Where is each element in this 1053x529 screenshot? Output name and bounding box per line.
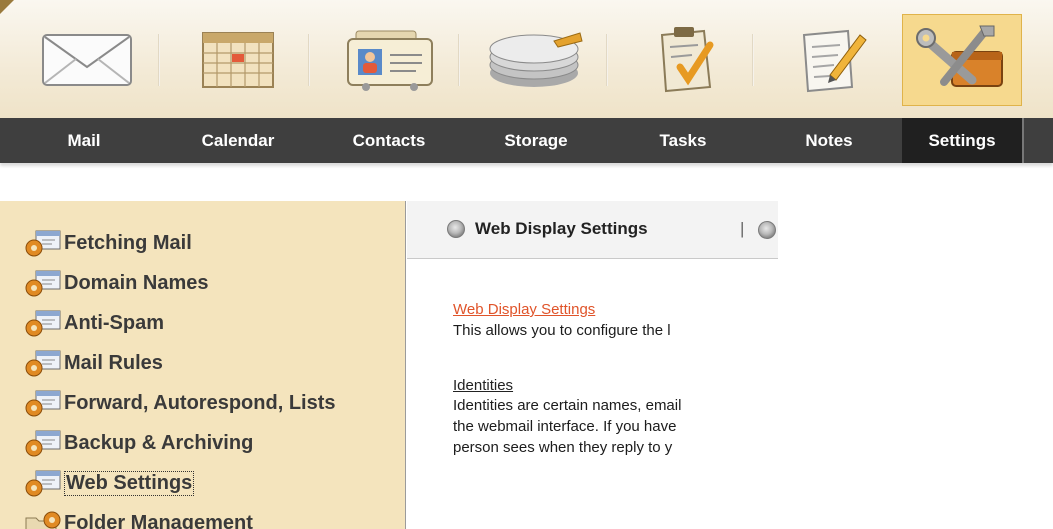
sidebar-item-mail-rules[interactable]: Mail Rules (22, 345, 163, 381)
tools-icon (916, 25, 1003, 87)
tab-web-display-settings[interactable]: Web Display Settings (447, 219, 648, 239)
clipboard-check-icon (660, 27, 714, 93)
settings-window-gear-icon (22, 428, 62, 458)
settings-content: Web Display Settings This allows you to … (453, 259, 778, 529)
notepad-pencil-icon (802, 29, 867, 93)
sidebar-item-forward-autorespond-lists[interactable]: Forward, Autorespond, Lists (22, 385, 336, 421)
contact-card-icon (347, 30, 433, 91)
nav-tab-tasks[interactable]: Tasks (616, 118, 750, 163)
web-display-description: This allows you to configure the l (453, 322, 671, 339)
calendar-icon (202, 32, 274, 88)
settings-window-gear-icon (22, 228, 62, 258)
toolbar-separator (158, 34, 160, 86)
sidebar-item-backup-archiving[interactable]: Backup & Archiving (22, 425, 253, 461)
sidebar-item-web-settings[interactable]: Web Settings (22, 465, 195, 501)
nav-tab-contacts[interactable]: Contacts (322, 118, 456, 163)
tab-label: Web Display Settings (475, 219, 648, 238)
nav-tab-calendar[interactable]: Calendar (170, 118, 306, 163)
settings-window-gear-icon (22, 308, 62, 338)
tasks-tool-button[interactable] (616, 14, 752, 106)
main-navigation-bar: Mail Calendar Contacts Storage Tasks Not… (0, 118, 1053, 163)
calendar-tool-button[interactable] (170, 14, 306, 106)
nav-tab-settings[interactable]: Settings (902, 118, 1024, 163)
storage-tool-button[interactable] (468, 14, 604, 106)
tab-separator: | (740, 219, 745, 238)
identities-description-line-3: person sees when they reply to y (453, 439, 673, 456)
identities-description-line-2: the webmail interface. If you have (453, 418, 677, 435)
sidebar-item-folder-management[interactable]: Folder Management (22, 505, 253, 529)
settings-window-gear-icon (22, 388, 62, 418)
nav-tab-storage[interactable]: Storage (468, 118, 604, 163)
settings-window-gear-icon (22, 268, 62, 298)
toolbar-separator (458, 34, 460, 86)
toolbar-separator (308, 34, 310, 86)
settings-tabstrip: Web Display Settings | (407, 201, 778, 259)
settings-window-gear-icon (22, 468, 62, 498)
envelope-icon (42, 34, 132, 86)
disk-storage-icon (489, 32, 583, 87)
settings-sidebar: Fetching Mail Domain Names Anti-Spam Mai… (0, 201, 406, 529)
radio-bullet-icon (447, 220, 465, 238)
mail-tool-button[interactable] (20, 14, 156, 106)
app-icon-toolbar (0, 0, 1053, 118)
contacts-tool-button[interactable] (322, 14, 458, 106)
radio-bullet-icon[interactable] (758, 221, 776, 239)
toolbar-separator (606, 34, 608, 86)
web-display-settings-link[interactable]: Web Display Settings (453, 301, 595, 318)
sidebar-item-fetching-mail[interactable]: Fetching Mail (22, 225, 192, 261)
settings-tool-button[interactable] (902, 14, 1022, 106)
sidebar-item-anti-spam[interactable]: Anti-Spam (22, 305, 164, 341)
toolbar-separator (752, 34, 754, 86)
sidebar-item-domain-names[interactable]: Domain Names (22, 265, 209, 301)
nav-tab-mail[interactable]: Mail (20, 118, 148, 163)
folder-gear-icon (22, 508, 62, 529)
identities-link[interactable]: Identities (453, 377, 513, 394)
nav-tab-notes[interactable]: Notes (762, 118, 896, 163)
settings-window-gear-icon (22, 348, 62, 378)
identities-description-line-1: Identities are certain names, email (453, 397, 682, 414)
notes-tool-button[interactable] (762, 14, 898, 106)
